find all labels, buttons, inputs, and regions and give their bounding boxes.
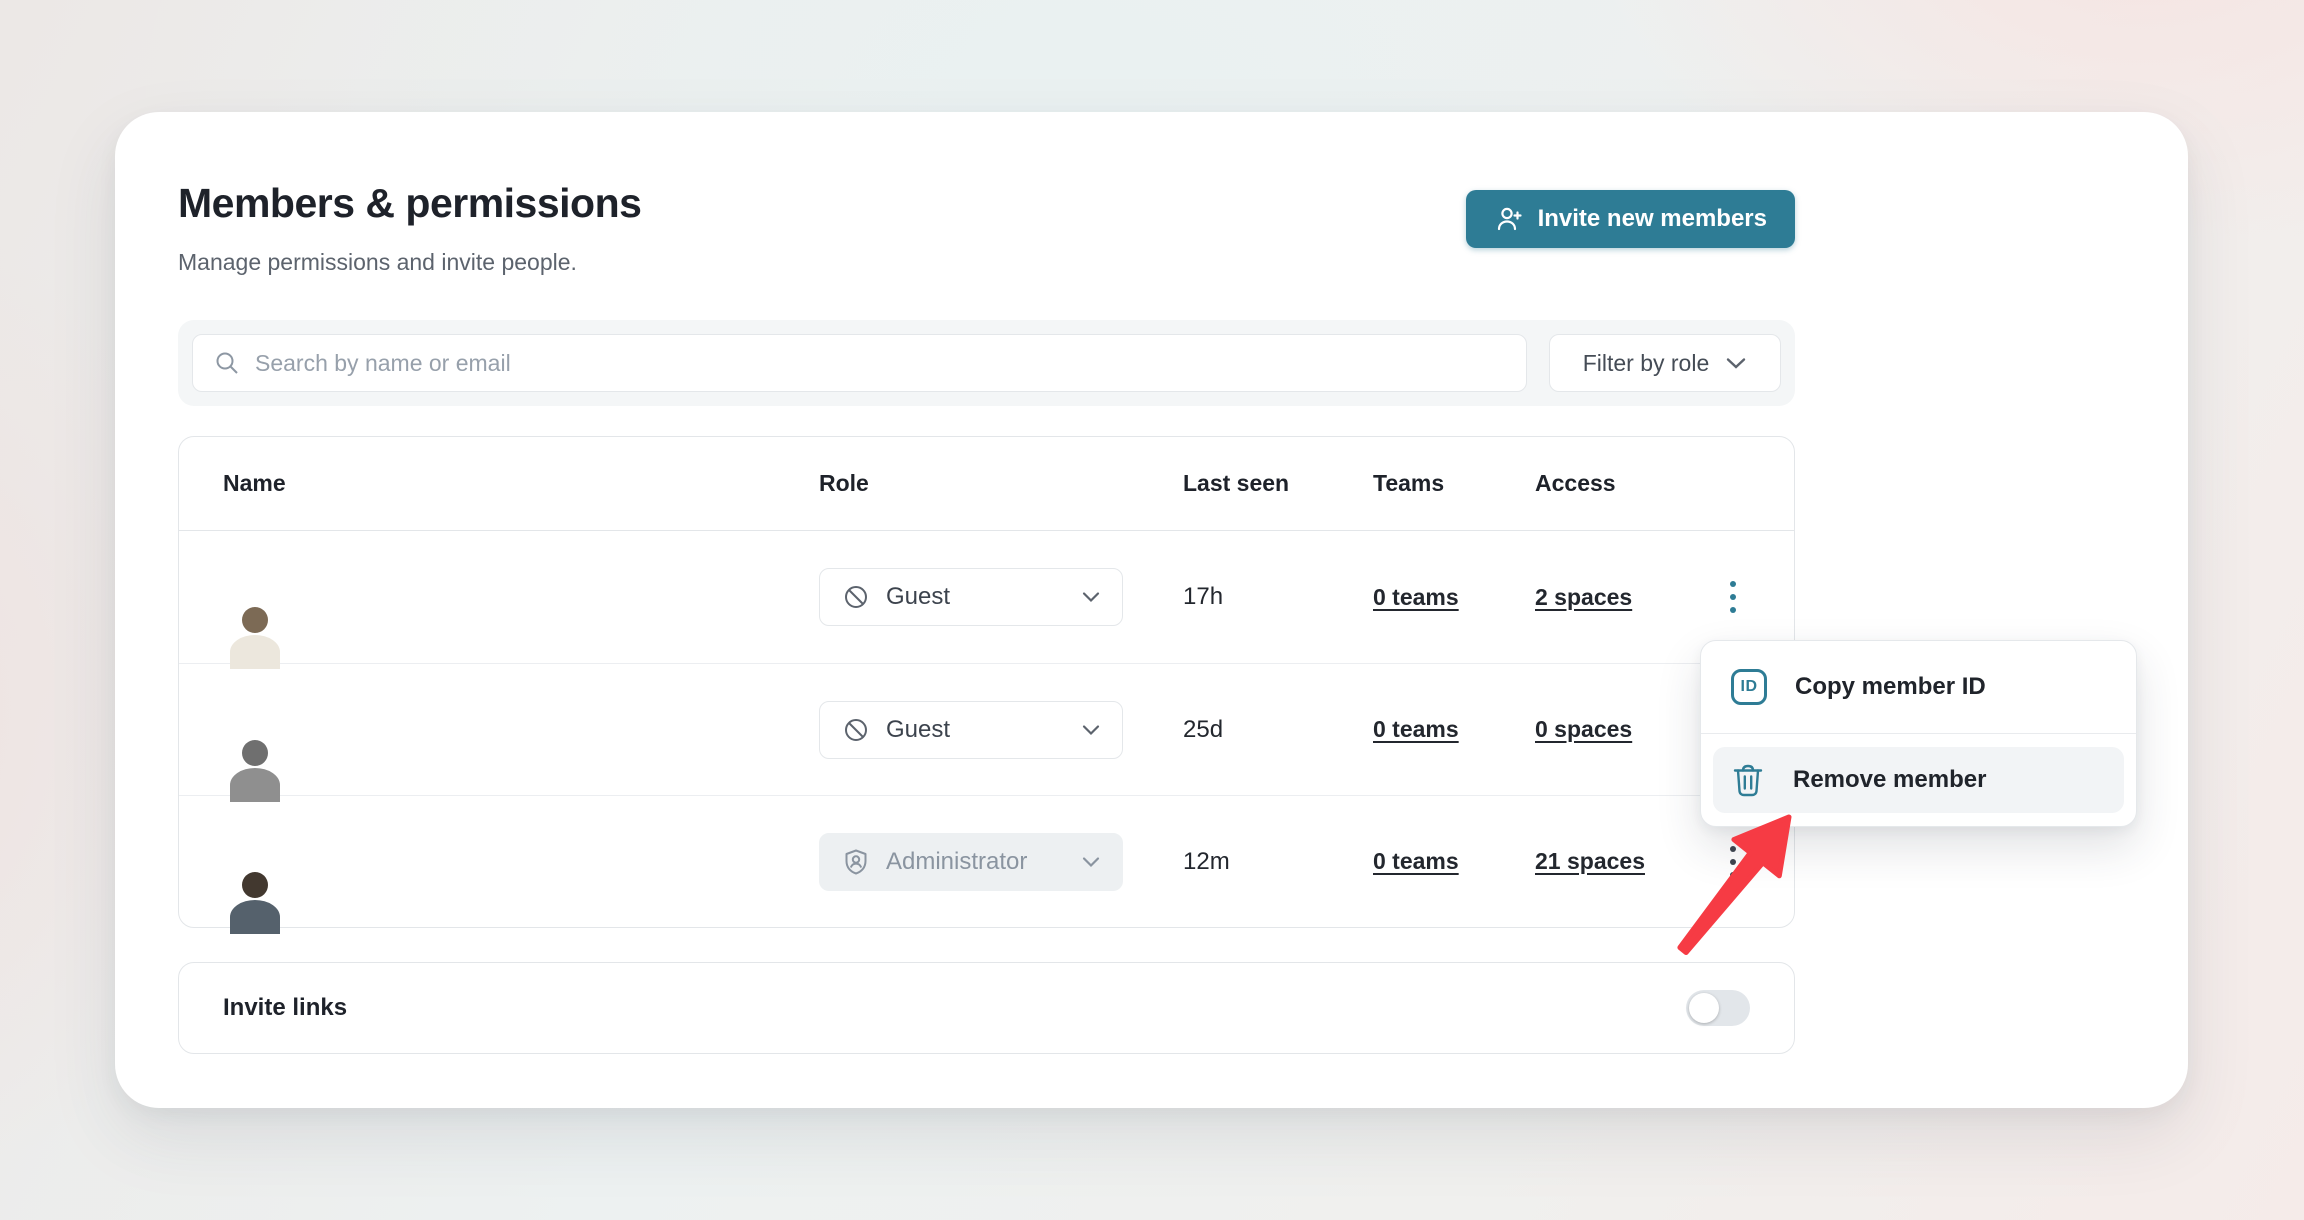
menu-item-label: Copy member ID (1795, 673, 1986, 701)
members-table: Name Role Last seen Teams Access Guest (178, 436, 1795, 928)
copy-member-id-menu-item[interactable]: ID Copy member ID (1701, 641, 2136, 733)
last-seen-value: 12m (1183, 848, 1373, 876)
row-menu-button[interactable] (1713, 569, 1753, 625)
column-header-name: Name (223, 470, 819, 497)
role-value: Guest (886, 716, 950, 744)
invite-links-label: Invite links (223, 994, 347, 1022)
remove-member-menu-item[interactable]: Remove member (1713, 747, 2124, 813)
access-link[interactable]: 21 spaces (1535, 848, 1645, 875)
members-permissions-card: Members & permissions Manage permissions… (115, 112, 2188, 1108)
trash-icon (1731, 762, 1765, 798)
teams-link[interactable]: 0 teams (1373, 584, 1459, 611)
invite-button-label: Invite new members (1538, 205, 1767, 233)
search-icon (213, 349, 241, 377)
role-value: Guest (886, 583, 950, 611)
search-box[interactable] (192, 334, 1527, 392)
chevron-down-icon (1082, 724, 1100, 736)
column-header-role: Role (819, 470, 1183, 497)
admin-shield-icon (842, 848, 870, 876)
page-title-block: Members & permissions Manage permissions… (178, 180, 641, 276)
role-value: Administrator (886, 848, 1027, 876)
search-input[interactable] (255, 350, 1506, 377)
filter-by-role-dropdown[interactable]: Filter by role (1549, 334, 1781, 392)
chevron-down-icon (1082, 856, 1100, 868)
member-context-menu: ID Copy member ID Remove member (1700, 640, 2137, 827)
invite-links-section: Invite links (178, 962, 1795, 1054)
column-header-access: Access (1535, 470, 1713, 497)
access-link[interactable]: 2 spaces (1535, 584, 1632, 611)
page-header: Members & permissions Manage permissions… (178, 180, 1795, 276)
table-header-row: Name Role Last seen Teams Access (179, 437, 1794, 531)
page-title: Members & permissions (178, 180, 641, 227)
column-header-last-seen: Last seen (1183, 470, 1373, 497)
teams-link[interactable]: 0 teams (1373, 716, 1459, 743)
chevron-down-icon (1082, 591, 1100, 603)
menu-item-label: Remove member (1793, 766, 1986, 794)
table-row: Guest 25d 0 teams 0 spaces (179, 663, 1794, 795)
last-seen-value: 17h (1183, 583, 1373, 611)
last-seen-value: 25d (1183, 716, 1373, 744)
access-link[interactable]: 0 spaces (1535, 716, 1632, 743)
blocked-icon (842, 583, 870, 611)
toggle-knob (1689, 993, 1719, 1023)
id-badge-icon: ID (1731, 669, 1767, 705)
invite-links-toggle[interactable] (1686, 990, 1750, 1026)
person-plus-icon (1494, 204, 1524, 234)
blocked-icon (842, 716, 870, 744)
chevron-down-icon (1725, 356, 1747, 370)
table-row: Administrator 12m 0 teams 21 spaces (179, 795, 1794, 927)
filter-bar: Filter by role (178, 320, 1795, 406)
invite-new-members-button[interactable]: Invite new members (1466, 190, 1795, 248)
table-row: Guest 17h 0 teams 2 spaces (179, 531, 1794, 663)
teams-link[interactable]: 0 teams (1373, 848, 1459, 875)
page-subtitle: Manage permissions and invite people. (178, 249, 641, 276)
row-menu-button[interactable] (1713, 834, 1753, 890)
page-background: { "header": { "title": "Members & permis… (0, 0, 2304, 1220)
filter-by-role-label: Filter by role (1583, 350, 1710, 377)
column-header-teams: Teams (1373, 470, 1535, 497)
role-dropdown[interactable]: Guest (819, 568, 1123, 626)
role-dropdown[interactable]: Administrator (819, 833, 1123, 891)
role-dropdown[interactable]: Guest (819, 701, 1123, 759)
